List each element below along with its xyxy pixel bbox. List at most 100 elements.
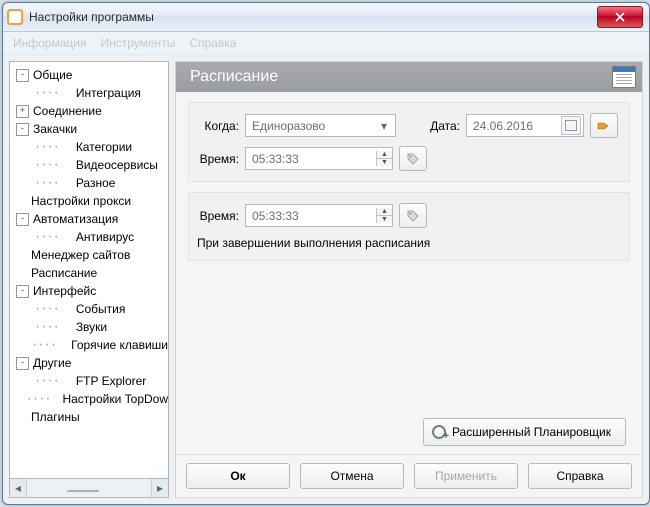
titlebar[interactable]: Настройки программы — [3, 3, 649, 32]
time1-label: Время: — [197, 152, 239, 166]
tag-arrow-icon — [597, 119, 611, 133]
tree-node[interactable]: Настройки прокси — [10, 192, 168, 210]
tree-node-label: Плагины — [31, 410, 80, 424]
time2-action-button[interactable] — [399, 203, 427, 228]
end-group: Время: 05:33:33 ▲▼ При завершении выполн… — [188, 192, 630, 261]
collapse-icon[interactable]: - — [16, 357, 29, 370]
help-button[interactable]: Справка — [528, 463, 632, 489]
expand-icon[interactable]: + — [16, 105, 29, 118]
tree-node-label: Общие — [33, 68, 72, 82]
calendar-icon — [561, 116, 581, 135]
spin-up-icon[interactable]: ▲ — [376, 208, 392, 216]
content-area: -Общие····Интеграция+Соединение-Закачки·… — [3, 55, 649, 504]
advanced-scheduler-label: Расширенный Планировщик — [452, 425, 611, 439]
tree-node[interactable]: -Автоматизация — [10, 210, 168, 228]
tree-node-label: Менеджер сайтов — [31, 248, 130, 262]
time2-spinner[interactable]: 05:33:33 ▲▼ — [245, 204, 393, 227]
close-button[interactable] — [597, 6, 643, 28]
tree-node[interactable]: ····Интеграция — [10, 84, 168, 102]
time2-value: 05:33:33 — [252, 209, 299, 223]
date-label: Дата: — [426, 119, 460, 133]
main-panel: Расписание Когда: Единоразово ▾ Дата: — [175, 61, 643, 498]
tree-node[interactable]: ····Категории — [10, 138, 168, 156]
tree-node[interactable]: Менеджер сайтов — [10, 246, 168, 264]
tree-node[interactable]: ····FTP Explorer — [10, 372, 168, 390]
tree-node[interactable]: -Другие — [10, 354, 168, 372]
tree-node[interactable]: -Закачки — [10, 120, 168, 138]
tree-node[interactable]: Расписание — [10, 264, 168, 282]
tree-node-label: Расписание — [31, 266, 97, 280]
scroll-left-arrow[interactable]: ◂ — [10, 479, 27, 497]
close-icon — [615, 12, 625, 22]
app-icon — [7, 9, 23, 25]
tree-pane: -Общие····Интеграция+Соединение-Закачки·… — [9, 61, 169, 498]
tree-node-label: FTP Explorer — [76, 374, 146, 388]
tree-node-label: Звуки — [76, 320, 107, 334]
tree-node[interactable]: + Соединение — [10, 102, 168, 120]
time1-value: 05:33:33 — [252, 152, 299, 166]
when-combobox[interactable]: Единоразово ▾ — [245, 114, 396, 137]
spin-up-icon[interactable]: ▲ — [376, 151, 392, 159]
gear-plus-icon — [432, 425, 446, 439]
tree-node[interactable]: ····События — [10, 300, 168, 318]
collapse-icon[interactable]: - — [16, 123, 29, 136]
apply-button[interactable]: Применить — [414, 463, 518, 489]
scroll-thumb[interactable] — [67, 490, 99, 492]
collapse-icon[interactable]: - — [16, 213, 29, 226]
horizontal-scrollbar[interactable]: ◂ ▸ — [9, 479, 169, 498]
tree-node[interactable]: ····Звуки — [10, 318, 168, 336]
when-value: Единоразово — [252, 119, 325, 133]
time1-spinner[interactable]: 05:33:33 ▲▼ — [245, 147, 393, 170]
tree-node[interactable]: ····Настройки TopDow — [10, 390, 168, 408]
tree-node[interactable]: -Интерфейс — [10, 282, 168, 300]
settings-tree[interactable]: -Общие····Интеграция+Соединение-Закачки·… — [9, 61, 169, 479]
date-picker[interactable]: 24.06.2016 — [466, 114, 584, 137]
time1-action-button[interactable] — [399, 146, 427, 171]
date-value: 24.06.2016 — [473, 119, 533, 133]
tree-node-label: Разное — [76, 176, 116, 190]
tree-node-label: Настройки TopDow — [62, 392, 168, 406]
collapse-icon[interactable]: - — [16, 285, 29, 298]
tree-node[interactable]: ····Разное — [10, 174, 168, 192]
tree-node-label: Горячие клавиши — [71, 338, 168, 352]
tree-node[interactable]: -Общие — [10, 66, 168, 84]
tree-node-label: Соединение — [33, 104, 102, 118]
spin-down-icon[interactable]: ▼ — [376, 216, 392, 223]
advanced-scheduler-button[interactable]: Расширенный Планировщик — [423, 418, 626, 446]
cancel-button[interactable]: Отмена — [300, 463, 404, 489]
tree-node-label: Видеосервисы — [76, 158, 158, 172]
tree-node-label: События — [76, 302, 126, 316]
chevron-down-icon: ▾ — [376, 118, 392, 134]
tree-node-label: Другие — [33, 356, 71, 370]
form-area: Когда: Единоразово ▾ Дата: 24.06.2016 — [176, 92, 642, 454]
date-action-button[interactable] — [590, 113, 618, 138]
section-title: Расписание — [190, 68, 612, 86]
tree-node-label: Категории — [76, 140, 132, 154]
tag-icon — [406, 152, 420, 166]
when-label: Когда: — [197, 119, 239, 133]
window-title: Настройки программы — [29, 10, 597, 24]
collapse-icon[interactable]: - — [16, 69, 29, 82]
scroll-right-arrow[interactable]: ▸ — [151, 479, 168, 497]
tree-node-label: Интерфейс — [33, 284, 96, 298]
schedule-icon — [612, 66, 636, 88]
tree-node[interactable]: ····Горячие клавиши — [10, 336, 168, 354]
tree-node[interactable]: ····Видеосервисы — [10, 156, 168, 174]
background-menu: Информация Инструменты Справка — [3, 32, 649, 55]
spin-down-icon[interactable]: ▼ — [376, 159, 392, 166]
tree-node-label: Интеграция — [76, 86, 141, 100]
tag-icon — [406, 209, 420, 223]
tree-node-label: Настройки прокси — [31, 194, 131, 208]
settings-window: Настройки программы Информация Инструмен… — [2, 2, 650, 505]
button-bar: Ок Отмена Применить Справка — [176, 454, 642, 497]
time2-label: Время: — [197, 209, 239, 223]
on-complete-label: При завершении выполнения расписания — [197, 236, 621, 250]
trigger-group: Когда: Единоразово ▾ Дата: 24.06.2016 — [188, 102, 630, 182]
tree-node-label: Закачки — [33, 122, 77, 136]
tree-node[interactable]: ····Антивирус — [10, 228, 168, 246]
ok-button[interactable]: Ок — [186, 463, 290, 489]
tree-node-label: Автоматизация — [33, 212, 118, 226]
tree-node-label: Антивирус — [76, 230, 134, 244]
section-header: Расписание — [176, 62, 642, 92]
tree-node[interactable]: Плагины — [10, 408, 168, 426]
